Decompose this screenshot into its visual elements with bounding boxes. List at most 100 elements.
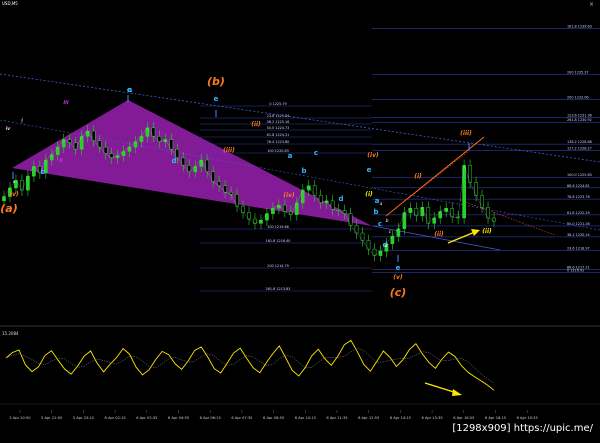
x-tick-label: 6 Apr 10:15 — [295, 416, 316, 420]
wave-label-small: v — [13, 180, 16, 185]
wave-label-orange: (v) — [393, 274, 403, 281]
fib-label-left: 161.8 1216.40 — [266, 239, 291, 243]
x-tick-label: 6 Apr 04:55 — [168, 416, 189, 420]
wave-label-small: iv — [6, 126, 10, 132]
wave-label-violet: iii — [63, 100, 68, 106]
candle-body — [330, 200, 335, 210]
fib-label: 50.0 1221.26 — [567, 222, 590, 226]
indicator-title: 15.2084 — [2, 331, 19, 336]
x-tick-label: 5 Apr 23:10 — [73, 416, 95, 420]
candle-body — [468, 165, 472, 183]
candle-body — [366, 240, 371, 250]
candle-body — [181, 157, 186, 166]
wave-label-blue: e — [367, 166, 372, 174]
symbol-title: USD,M5 — [2, 1, 18, 6]
candle-body — [462, 165, 466, 219]
fib-label: 200 1235.37 — [567, 70, 589, 74]
fib-label-left: 38.2 1225.16 — [267, 120, 290, 124]
candle-body — [426, 207, 431, 224]
fib-label: 161.8 1239.63 — [567, 25, 592, 29]
fib-label: 88.6 1224.81 — [567, 184, 590, 188]
fib-label: 138.2 1228.88 — [567, 140, 592, 144]
fib-label: 23.6 1218.97 — [567, 247, 590, 251]
price-chart: 161.8 1239.63 200 1235.37 200 1233.06 261.8… — [0, 0, 600, 439]
x-tick-label: 6 Apr 19:35 — [517, 416, 538, 420]
wave-label-orange: (i) — [414, 173, 422, 180]
wave-label-blue: e — [214, 95, 219, 103]
wave-label-blue: b — [301, 167, 306, 175]
fib-label-left: 76.4 1223.80 — [267, 140, 290, 144]
wave-label-blue: d — [171, 157, 176, 165]
wave-label-orange: (iii) — [223, 147, 235, 154]
x-tick-label: 6 Apr 02:15 — [105, 416, 126, 420]
wave-label-blue: a — [288, 152, 293, 160]
close-icon[interactable]: × — [589, 1, 594, 8]
candle-body — [26, 175, 30, 191]
candle-body — [2, 196, 6, 202]
fib-label: 200 1233.06 — [567, 95, 589, 99]
fib-label: 123.6 1231.36 — [567, 114, 592, 118]
candle-body — [133, 141, 138, 148]
x-tick-label: 6 Apr 08:55 — [263, 416, 284, 420]
fib-label: 261.8 1230.92 — [567, 118, 592, 122]
wave-label-orange: (ii) — [482, 228, 492, 235]
fib-label-left: 261.8 1213.83 — [266, 287, 291, 291]
fib-label: 61.8 1222.29 — [567, 211, 590, 215]
candle-body — [300, 189, 305, 204]
x-tick-label: 6 Apr 12:55 — [358, 416, 379, 420]
x-tick-label: 6 Apr 03:35 — [136, 416, 157, 420]
candle-body — [61, 139, 66, 148]
x-tick-label: 6 Apr 16:55 — [453, 416, 474, 420]
fib-label: 0 1216.92 — [567, 269, 584, 273]
candle-body — [390, 236, 395, 245]
x-tick-label: 5 Apr 21:50 — [41, 416, 63, 420]
candle-body — [79, 136, 84, 150]
fib-label-left: 100 1219.66 — [267, 225, 289, 229]
candle-body — [420, 207, 425, 217]
candle-body — [450, 208, 455, 218]
wave-label-orange-big: (a) — [0, 202, 17, 215]
watermark: [1298x909] https://upic.me/ — [449, 422, 596, 435]
wave-label-orange: (i) — [365, 191, 373, 198]
candle-body — [360, 232, 365, 241]
wave-label-orange: (iv) — [283, 192, 295, 199]
fib-label-left: 0 1225.79 — [269, 102, 286, 106]
candle-body — [205, 159, 210, 173]
wave-label-orange: (ii) — [251, 121, 261, 128]
x-tick-label: 6 Apr 07:35 — [231, 416, 252, 420]
wave-label-small: b — [386, 218, 389, 224]
candle-body — [474, 182, 478, 196]
wave-label-violet: ii — [59, 158, 63, 164]
candle-body — [223, 185, 227, 193]
wave-label-orange: (ii) — [434, 231, 444, 238]
wave-label-orange-big: (c) — [390, 286, 407, 299]
x-tick-label: 6 Apr 14:15 — [390, 416, 411, 420]
wave-label-blue: c — [378, 220, 382, 228]
wave-label-blue: c — [314, 149, 318, 157]
fib-label-left: 50.0 1224.73 — [267, 126, 290, 130]
x-tick-label: 6 Apr 15:35 — [422, 416, 443, 420]
fib-label-left: 200 1214.79 — [267, 264, 289, 268]
x-tick-label: 5 Apr 20:50 — [9, 416, 31, 420]
fib-label: 100.0 1225.80 — [567, 173, 592, 177]
wave-label-blue: b — [40, 168, 45, 176]
wave-label-orange: (iv) — [367, 152, 379, 159]
wave-label-blue: c — [127, 86, 131, 94]
x-tick-label: 6 Apr 11:35 — [326, 416, 347, 420]
fib-label-left: 61.8 1224.31 — [267, 133, 290, 137]
wave-label-small: d — [385, 243, 388, 249]
fib-label: 38.2 1220.24 — [567, 233, 590, 237]
x-tick-label: 6 Apr 18:15 — [485, 416, 506, 420]
fib-label-left: 100 1220.83 — [267, 149, 289, 153]
wave-label-orange: (v) — [9, 191, 19, 198]
candle-body — [294, 202, 299, 216]
fib-label: 78.6 1223.76 — [567, 195, 590, 199]
wave-label-blue: e — [396, 264, 401, 272]
candle-body — [348, 213, 353, 226]
chart-area: 161.8 1239.63 200 1235.37 200 1233.06 261.8… — [0, 0, 600, 439]
x-tick-label: 6 Apr 06:15 — [200, 416, 221, 420]
candle-body — [402, 212, 407, 229]
wave-label-blue: d — [338, 195, 343, 203]
candle-body — [354, 225, 359, 234]
wave-label-small: a — [380, 202, 383, 207]
